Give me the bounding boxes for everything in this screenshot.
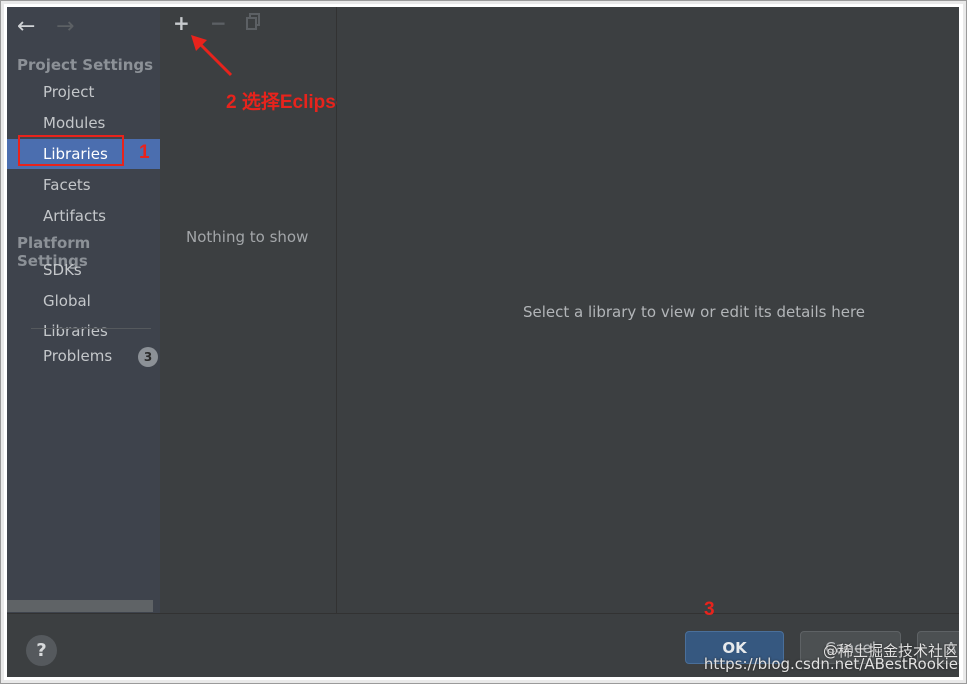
sidebar-item-sdks[interactable]: SDKs [7,255,160,285]
sidebar-item-project[interactable]: Project [7,77,160,107]
back-arrow-icon[interactable]: ← [17,16,35,38]
sidebar-item-problems[interactable]: Problems 3 [7,341,160,371]
details-empty-message: Select a library to view or edit its det… [523,303,866,321]
sidebar-item-label: Problems [43,347,113,365]
sidebar-item-facets[interactable]: Facets [7,170,160,200]
library-details-pane: Select a library to view or edit its det… [337,7,959,613]
annotation-arrow-icon [191,35,233,77]
sidebar-divider [31,328,151,329]
problems-count-badge: 3 [138,347,158,367]
sidebar-item-global-libraries[interactable]: Global Libraries [7,286,160,340]
help-button[interactable]: ? [26,635,57,666]
sidebar-item-artifacts[interactable]: Artifacts [7,201,160,231]
project-structure-dialog: ← → Project Settings Project Modules Lib… [7,7,959,677]
sidebar-item-label: SDKs [43,261,82,279]
sidebar-item-modules[interactable]: Modules [7,108,160,138]
annotation-step-1: 1 [139,142,150,163]
sidebar-item-label: Global Libraries [43,292,108,340]
list-empty-message: Nothing to show [186,228,309,246]
sidebar: ← → Project Settings Project Modules Lib… [7,7,160,613]
add-icon[interactable]: + [173,13,190,33]
sidebar-item-label: Project [43,83,95,101]
watermark-url: https://blog.csdn.net/ABestRookie [703,655,958,673]
annotation-step-3: 3 [704,599,715,620]
sidebar-item-label: Facets [43,176,91,194]
section-project-settings: Project Settings [17,56,154,74]
annotation-highlight-box [18,135,124,166]
forward-arrow-icon[interactable]: → [56,16,74,38]
sidebar-scrollbar[interactable] [7,600,153,612]
sidebar-item-label: Artifacts [43,207,106,225]
remove-icon[interactable]: − [210,13,227,33]
sidebar-item-label: Modules [43,114,106,132]
copy-icon[interactable] [246,13,262,31]
